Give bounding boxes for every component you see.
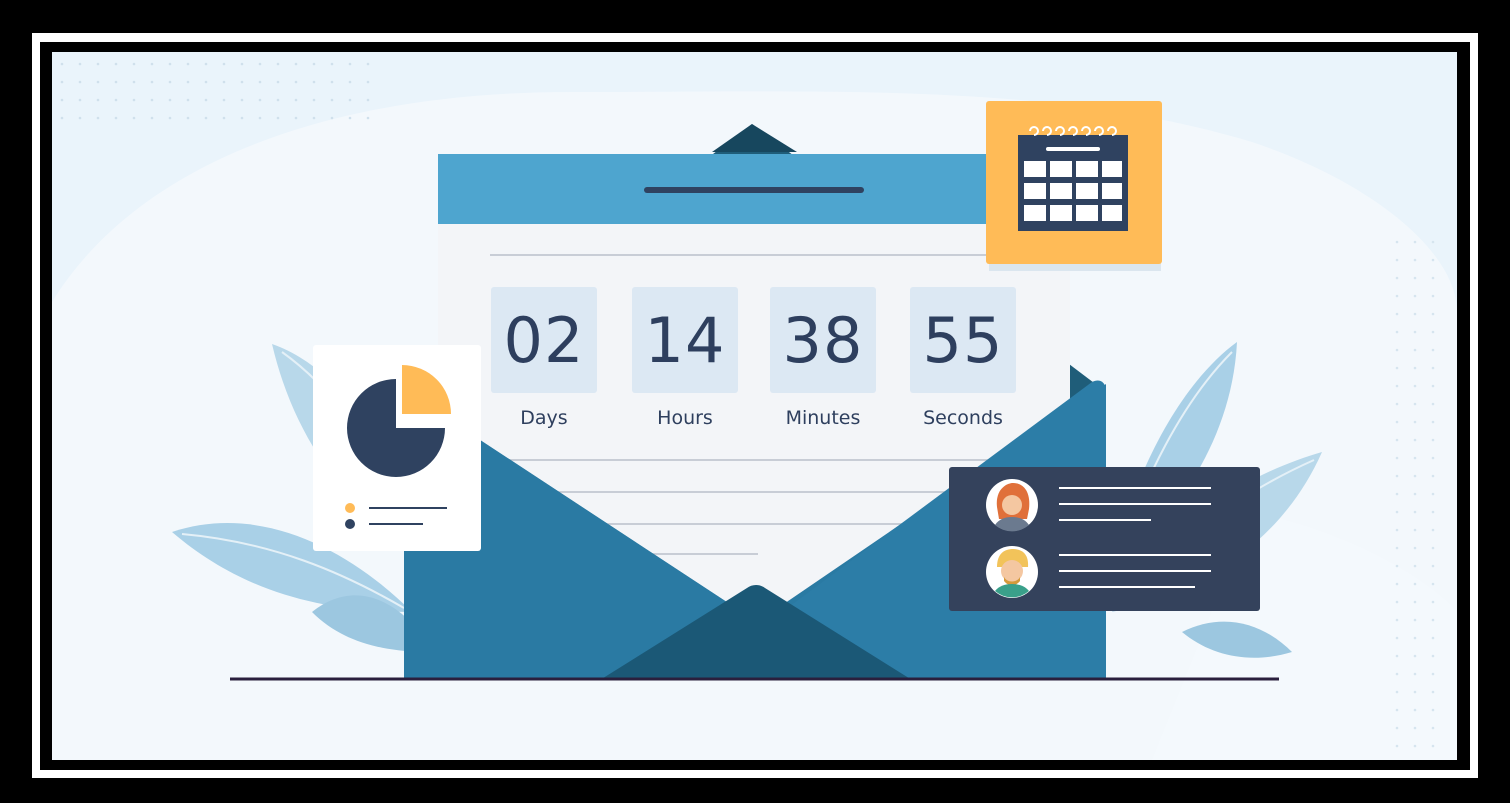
dot-grid-top-left bbox=[60, 62, 370, 120]
minutes-label: Minutes bbox=[785, 407, 861, 429]
avatar-icon bbox=[986, 479, 1038, 532]
seconds-value: 55 bbox=[910, 287, 1016, 393]
seconds-label: Seconds bbox=[923, 407, 1003, 429]
calendar-icon bbox=[986, 101, 1162, 271]
contacts-card bbox=[949, 467, 1260, 611]
minutes-value: 38 bbox=[770, 287, 876, 393]
days-value: 02 bbox=[491, 287, 597, 393]
hours-label: Hours bbox=[657, 407, 713, 429]
hours-value: 14 bbox=[632, 287, 738, 393]
days-label: Days bbox=[520, 407, 568, 429]
pie-chart-icon bbox=[313, 345, 481, 551]
card-header-bar bbox=[644, 187, 864, 193]
illustration-canvas: 02 Days 14 Hours 38 Minutes 55 Seconds bbox=[52, 52, 1457, 760]
avatar-icon bbox=[986, 546, 1038, 598]
